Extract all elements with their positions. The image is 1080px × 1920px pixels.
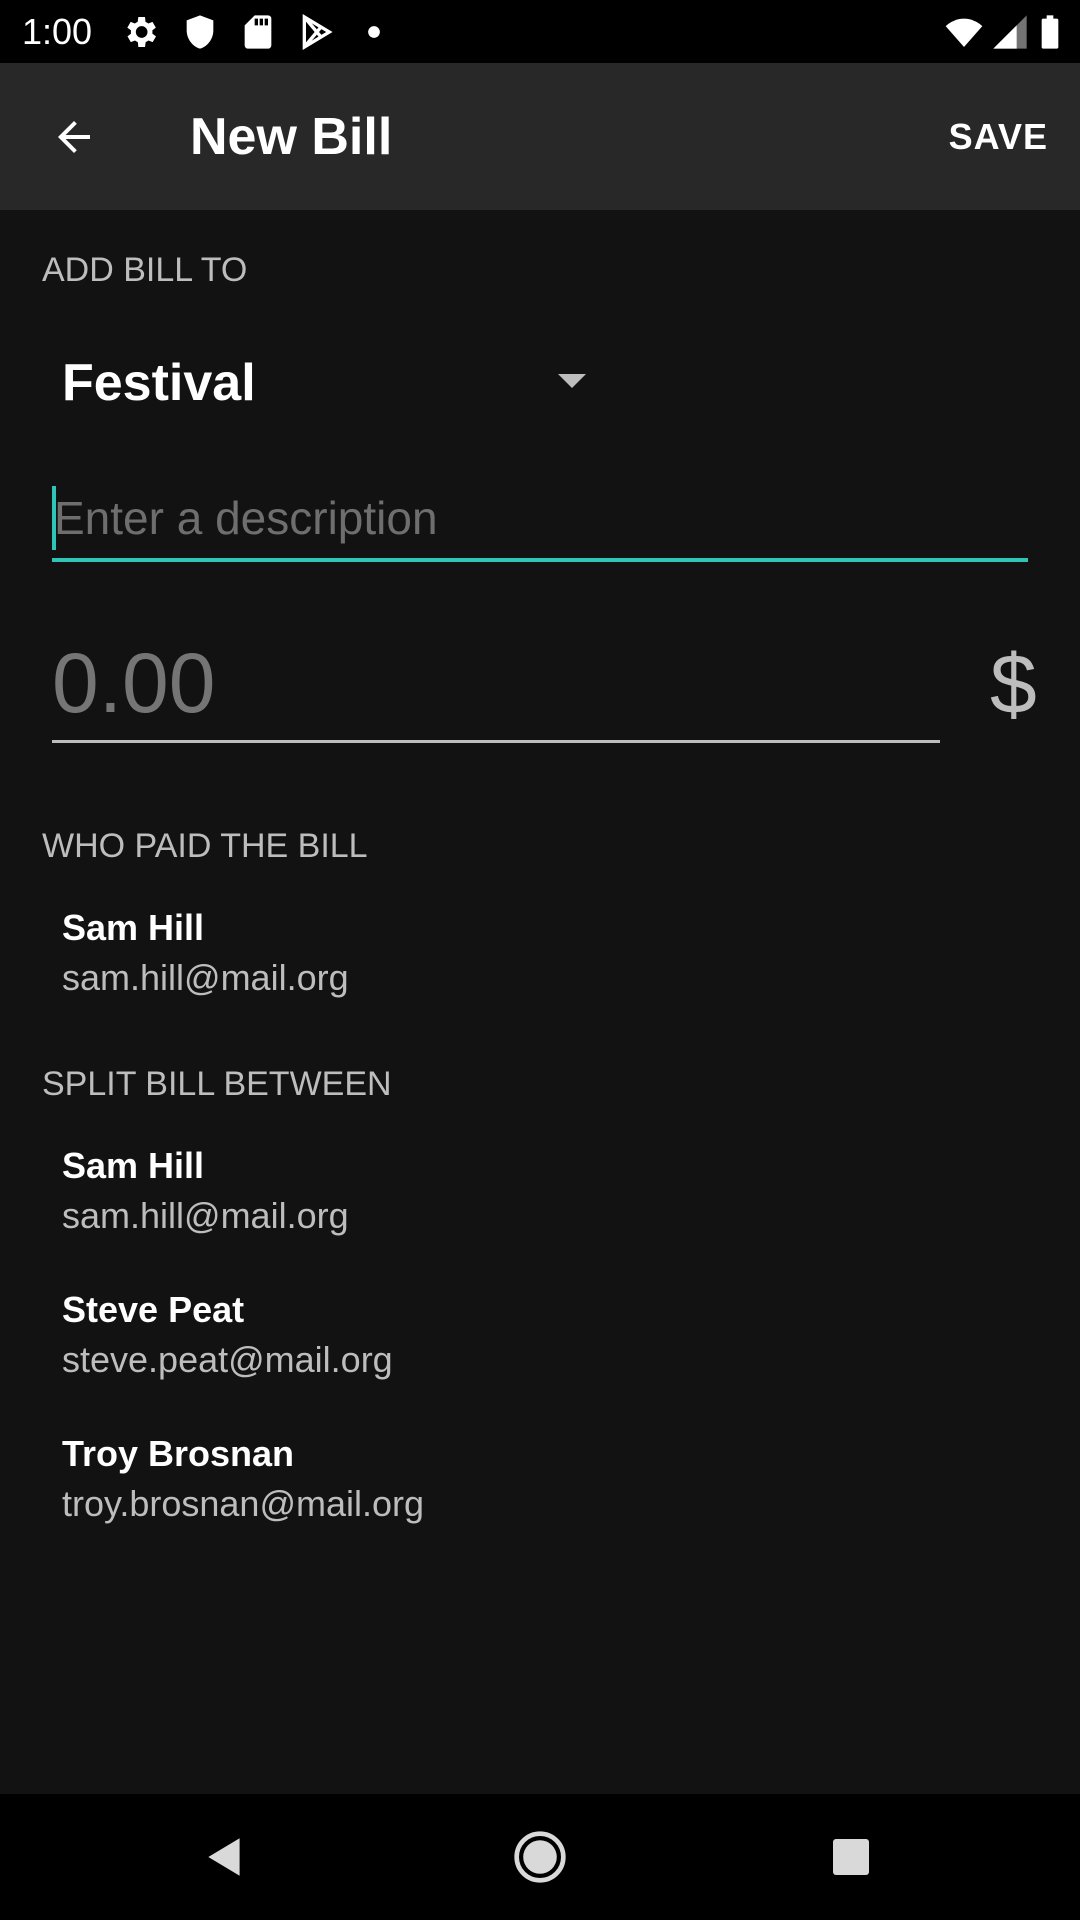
person-name: Troy Brosnan — [62, 1433, 295, 1474]
person-email: steve.peat@mail.org — [62, 1339, 393, 1380]
app-bar: New Bill SAVE — [0, 63, 1080, 210]
signal-icon — [993, 15, 1027, 49]
page-title: New Bill — [190, 108, 393, 166]
person-email: sam.hill@mail.org — [62, 957, 349, 998]
split-person-item[interactable]: Troy Brosnan troy.brosnan@mail.org — [62, 1432, 1022, 1526]
amount-field — [52, 630, 940, 743]
play-store-icon — [302, 14, 333, 50]
person-name: Steve Peat — [62, 1289, 245, 1330]
person-name: Sam Hill — [62, 1145, 205, 1186]
group-dropdown-value: Festival — [62, 354, 256, 412]
currency-symbol[interactable]: $ — [990, 636, 1037, 732]
description-input[interactable] — [54, 482, 1014, 554]
home-circle-icon — [514, 1831, 566, 1883]
nav-home-button[interactable] — [507, 1824, 573, 1890]
split-between-header: SPLIT BILL BETWEEN — [42, 1065, 392, 1103]
person-name: Sam Hill — [62, 907, 205, 948]
gear-icon — [127, 17, 156, 47]
back-button[interactable] — [36, 99, 112, 175]
amount-input[interactable] — [52, 630, 932, 736]
person-email: troy.brosnan@mail.org — [62, 1483, 425, 1524]
save-button[interactable]: SAVE — [949, 113, 1048, 161]
back-triangle-icon — [208, 1838, 240, 1876]
recents-square-icon — [833, 1839, 869, 1875]
split-person-item[interactable]: Sam Hill sam.hill@mail.org — [62, 1144, 1022, 1238]
who-paid-header: WHO PAID THE BILL — [42, 827, 368, 865]
payer-item[interactable]: Sam Hill sam.hill@mail.org — [62, 906, 1022, 1000]
dropdown-arrow-icon — [558, 374, 586, 388]
arrow-left-icon — [58, 121, 90, 153]
sd-card-icon — [244, 15, 272, 49]
nav-back-button[interactable] — [192, 1824, 258, 1890]
description-field — [52, 482, 1028, 562]
person-email: sam.hill@mail.org — [62, 1195, 349, 1236]
shield-icon — [186, 15, 214, 49]
wifi-icon — [945, 18, 983, 47]
group-dropdown[interactable]: Festival — [62, 350, 602, 420]
dot-icon — [368, 26, 380, 38]
status-time: 1:00 — [22, 11, 93, 52]
status-bar: 1:00 — [0, 0, 1080, 63]
navigation-bar — [0, 1794, 1080, 1920]
split-person-item[interactable]: Steve Peat steve.peat@mail.org — [62, 1288, 1022, 1382]
battery-icon — [1041, 15, 1059, 49]
add-bill-to-header: ADD BILL TO — [42, 251, 248, 289]
nav-recents-button[interactable] — [818, 1824, 884, 1890]
